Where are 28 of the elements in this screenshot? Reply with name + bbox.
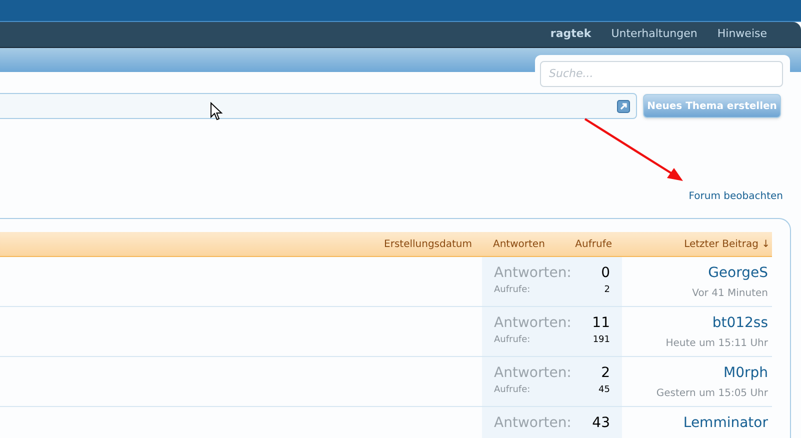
stat-value: 2 bbox=[601, 364, 610, 383]
stat-value: 45 bbox=[598, 384, 610, 397]
stat-value: 43 bbox=[592, 414, 610, 433]
stat-value: 0 bbox=[601, 264, 610, 283]
stat-value: 2 bbox=[604, 284, 610, 297]
stat-label: Antworten: bbox=[494, 364, 572, 383]
username-link[interactable]: bt012ss bbox=[712, 313, 768, 334]
watch-forum-link[interactable]: Forum beobachten bbox=[688, 189, 783, 204]
username-link[interactable]: GeorgeS bbox=[708, 263, 768, 284]
column-header[interactable]: Aufrufe bbox=[560, 236, 612, 252]
popup-arrow-icon[interactable] bbox=[617, 100, 630, 112]
stat-label: Antworten: bbox=[494, 414, 572, 433]
stat-value: 11 bbox=[592, 314, 610, 333]
stat-label: Antworten: bbox=[494, 314, 572, 333]
nav-link[interactable]: Unterhaltungen bbox=[611, 26, 698, 43]
search-field[interactable]: Suche... bbox=[540, 60, 783, 86]
username-link[interactable]: M0rph bbox=[723, 363, 768, 384]
column-header[interactable]: Antworten bbox=[472, 236, 560, 252]
column-header[interactable]: Erstellungsdatum bbox=[0, 236, 472, 252]
column-header[interactable]: Letzter Beitrag ↓ bbox=[612, 236, 770, 252]
stat-label: Aufrufe: bbox=[494, 334, 530, 347]
username-link[interactable]: Lemminator bbox=[683, 413, 768, 434]
nav-link[interactable]: ragtek bbox=[550, 26, 592, 43]
stat-value: 191 bbox=[592, 334, 610, 347]
nav-link[interactable]: Hinweise bbox=[717, 26, 767, 43]
stat-label: Aufrufe: bbox=[494, 284, 530, 297]
stat-label: Aufrufe: bbox=[494, 384, 530, 397]
stat-label: Antworten: bbox=[494, 264, 572, 283]
